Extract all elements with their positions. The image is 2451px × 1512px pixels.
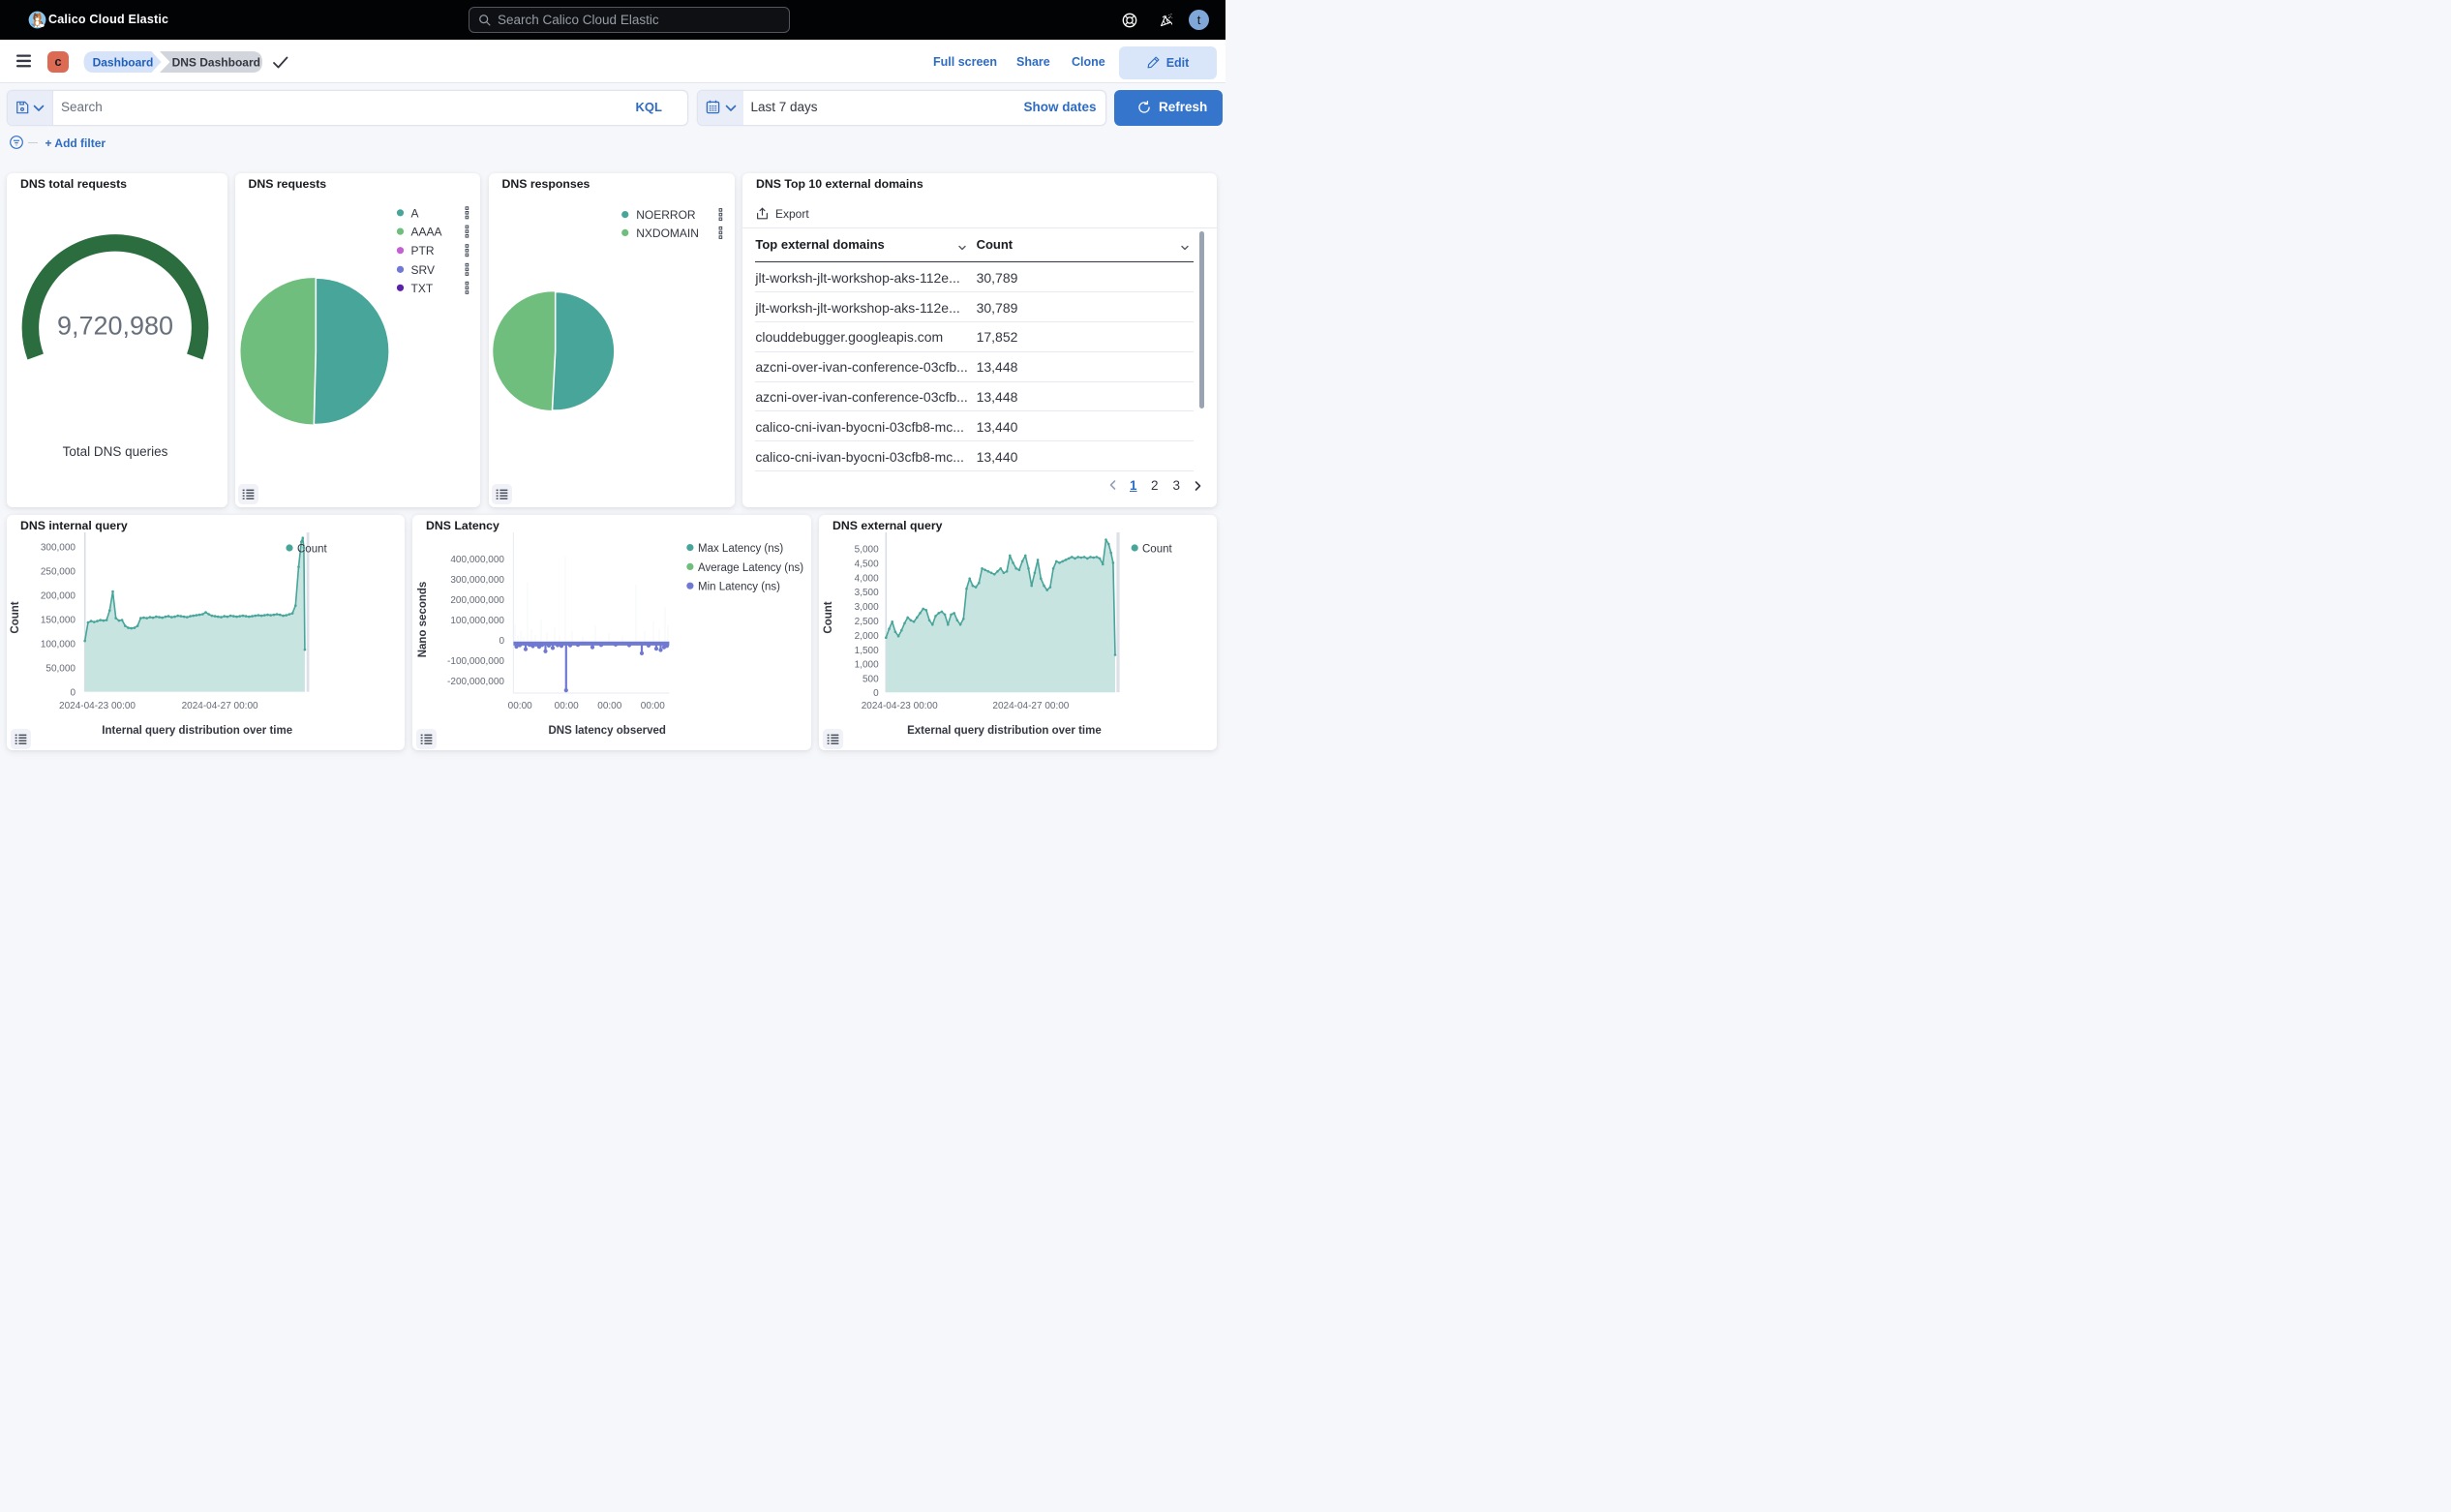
svg-text:NOERROR: NOERROR [636,208,696,222]
svg-text:2024-04-27 00:00: 2024-04-27 00:00 [992,701,1069,711]
svg-text:Min Latency (ns): Min Latency (ns) [698,581,780,592]
svg-text:200,000,000: 200,000,000 [450,594,504,605]
svg-text:4,000: 4,000 [855,573,879,584]
svg-text:100,000,000: 100,000,000 [450,615,504,625]
svg-text:Internal query distribution ov: Internal query distribution over time [102,724,292,736]
svg-text:AAAA: AAAA [410,225,441,238]
svg-text:2024-04-23 00:00: 2024-04-23 00:00 [59,701,136,711]
svg-text:00:00: 00:00 [555,701,579,711]
svg-text:External query distribution ov: External query distribution over time [907,724,1102,736]
svg-text:200,000: 200,000 [41,590,76,601]
svg-text:Count: Count [1142,543,1172,555]
svg-text:SRV: SRV [410,262,434,276]
svg-text:4,500: 4,500 [855,559,879,569]
svg-text:DNS latency observed: DNS latency observed [548,724,665,736]
svg-text:300,000: 300,000 [41,542,76,553]
svg-text:1,000: 1,000 [855,659,879,670]
svg-text:500: 500 [862,674,879,684]
svg-text:Count: Count [823,601,834,633]
svg-text:150,000: 150,000 [41,615,76,625]
svg-text:1,500: 1,500 [855,645,879,655]
svg-text:2,000: 2,000 [855,630,879,641]
svg-text:Average Latency (ns): Average Latency (ns) [698,561,803,573]
svg-text:2024-04-23 00:00: 2024-04-23 00:00 [862,701,938,711]
svg-text:NXDOMAIN: NXDOMAIN [636,226,699,239]
svg-text:50,000: 50,000 [45,663,76,674]
svg-text:Dashboard: Dashboard [93,55,154,69]
svg-text:00:00: 00:00 [508,701,532,711]
svg-text:Max Latency (ns): Max Latency (ns) [698,543,783,555]
svg-text:250,000: 250,000 [41,566,76,577]
svg-text:400,000,000: 400,000,000 [450,554,504,564]
svg-text:Count: Count [297,543,327,555]
svg-text:Nano seconds: Nano seconds [417,581,429,657]
svg-text:A: A [410,206,418,220]
svg-text:300,000,000: 300,000,000 [450,574,504,585]
svg-text:0: 0 [499,635,504,646]
svg-text:0: 0 [873,688,879,699]
svg-text:9,720,980: 9,720,980 [57,311,173,340]
svg-text:3,000: 3,000 [855,602,879,613]
svg-text:5,000: 5,000 [855,544,879,555]
svg-text:00:00: 00:00 [641,701,665,711]
svg-text:DNS Dashboard: DNS Dashboard [172,55,260,69]
svg-text:00:00: 00:00 [597,701,621,711]
svg-text:0: 0 [70,687,76,698]
svg-text:-200,000,000: -200,000,000 [447,676,504,686]
svg-text:PTR: PTR [410,244,434,257]
svg-text:2024-04-27 00:00: 2024-04-27 00:00 [182,701,258,711]
svg-text:Count: Count [10,601,21,633]
svg-text:TXT: TXT [410,281,433,294]
svg-text:3,500: 3,500 [855,588,879,598]
svg-text:-100,000,000: -100,000,000 [447,655,504,666]
svg-text:Total DNS queries: Total DNS queries [63,444,168,459]
svg-text:2,500: 2,500 [855,617,879,627]
svg-text:100,000: 100,000 [41,639,76,650]
